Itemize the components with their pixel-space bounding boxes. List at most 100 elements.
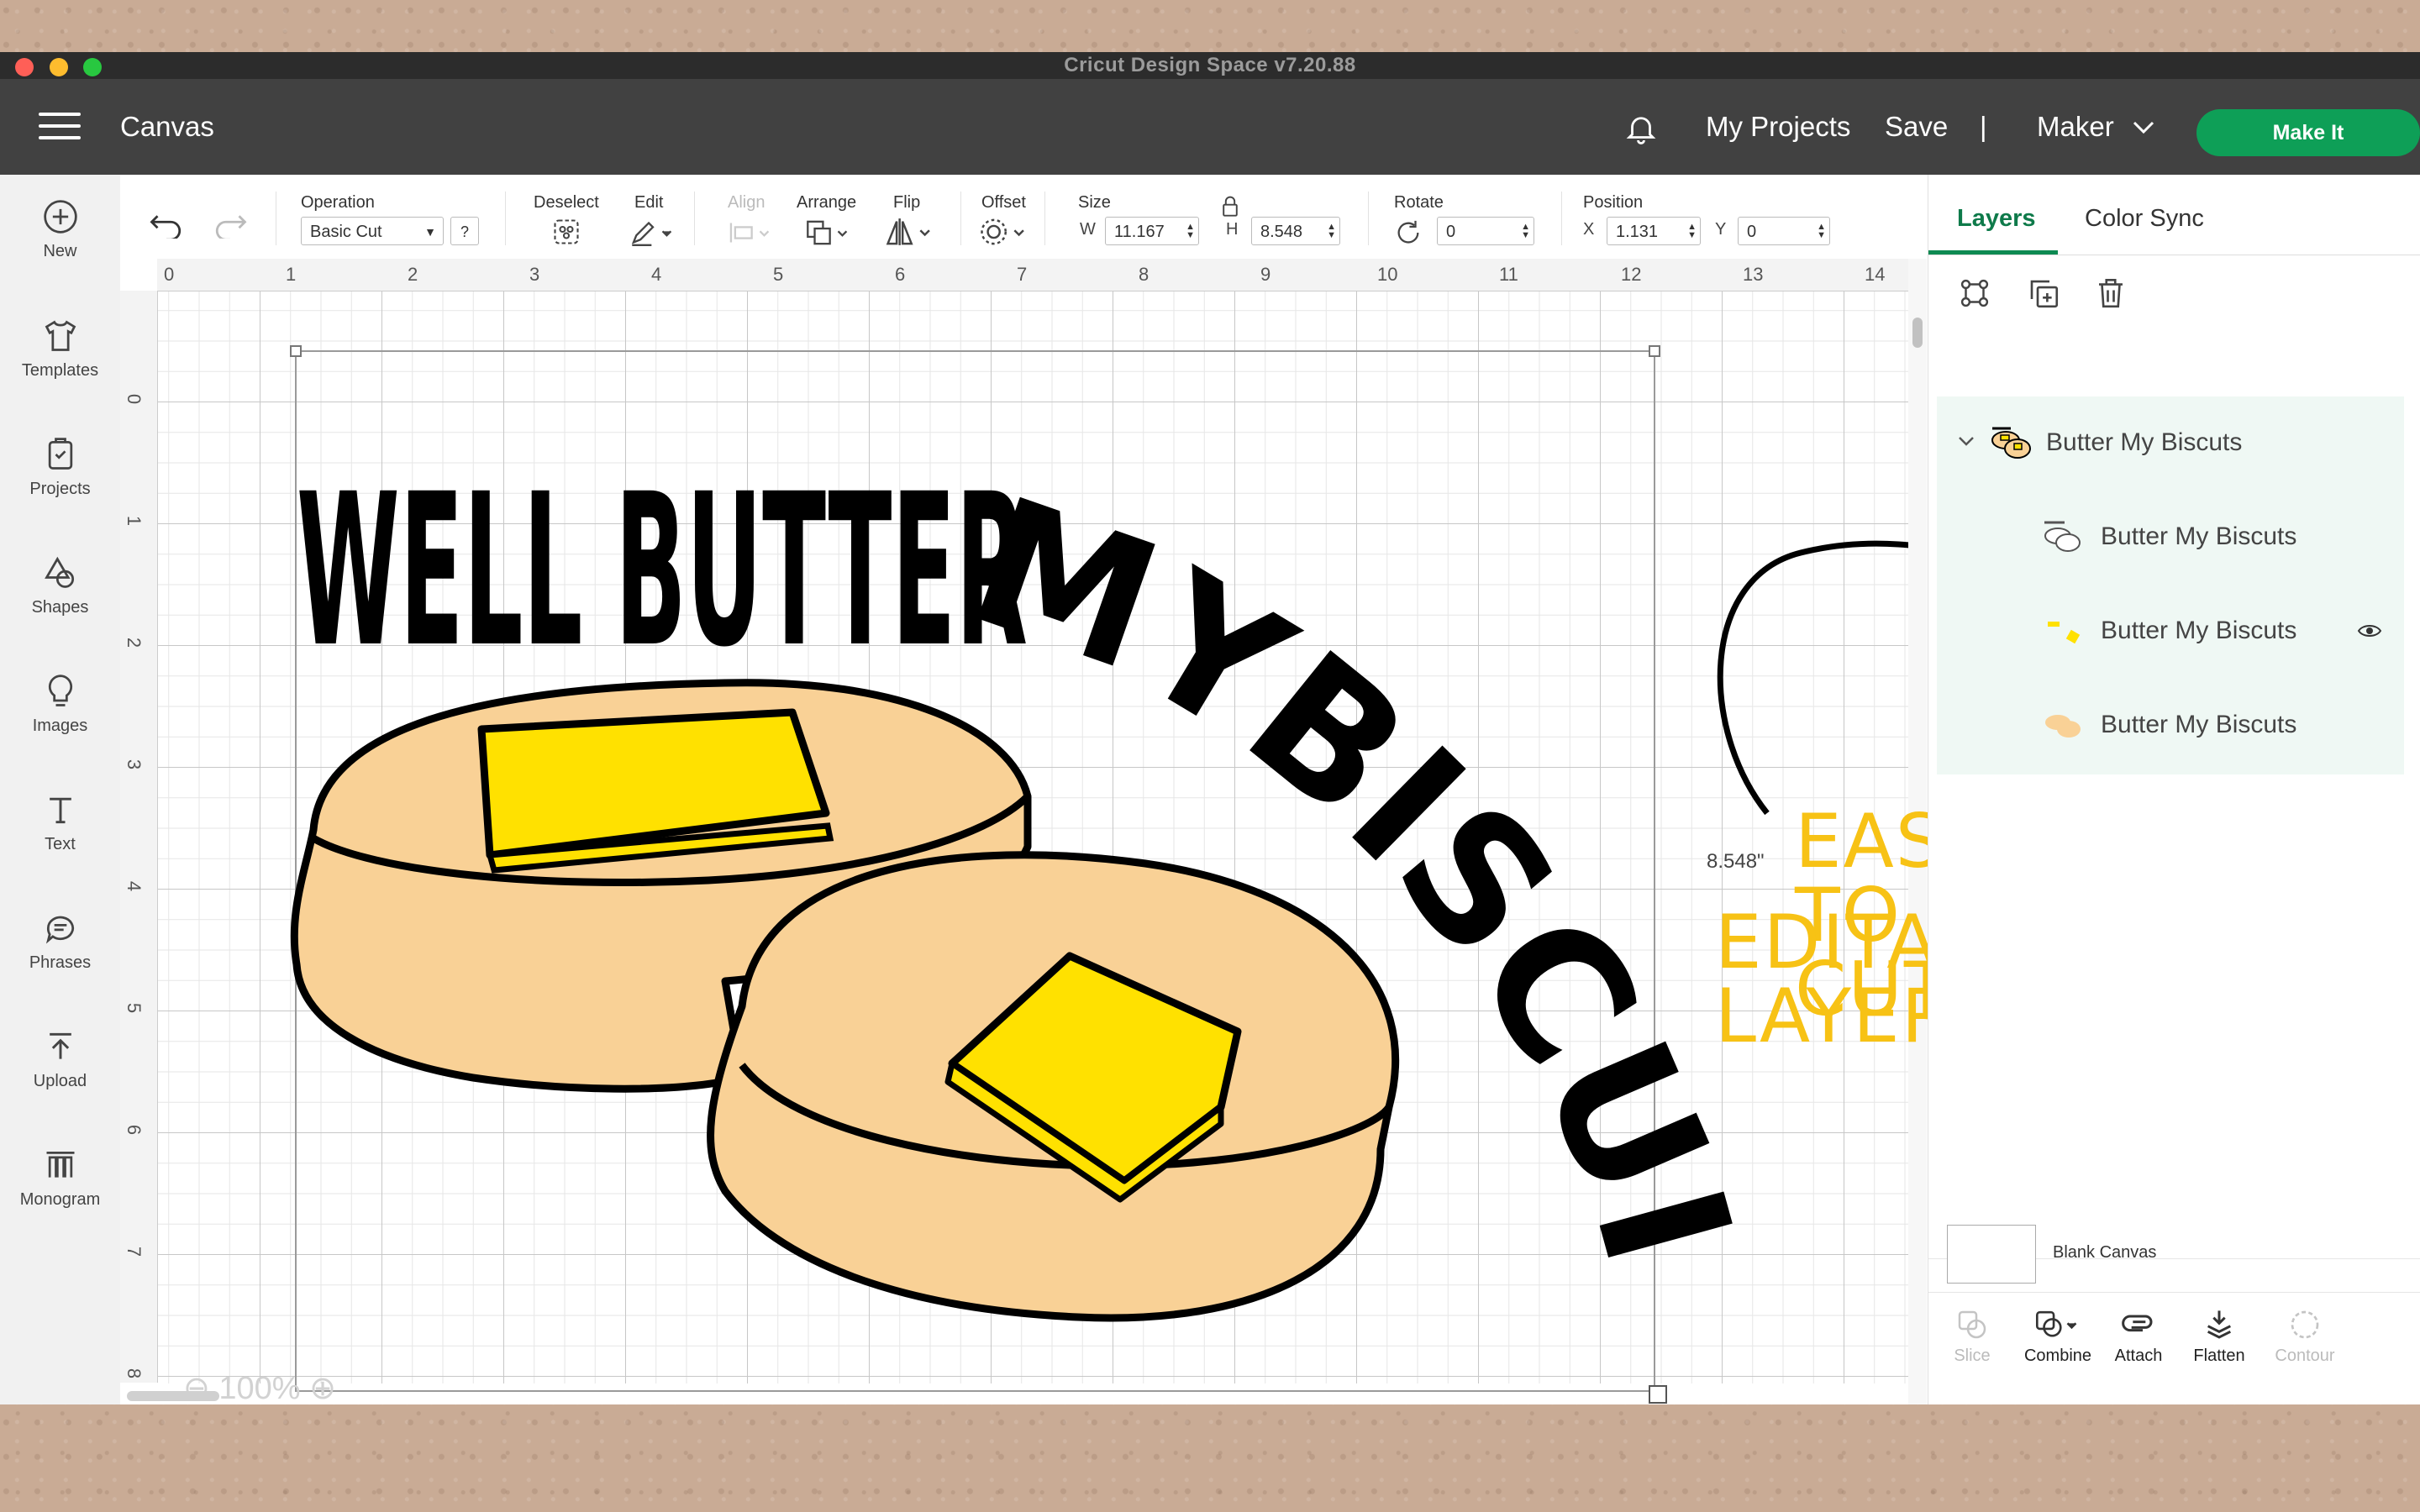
design-canvas[interactable]: 0 1 2 3 4 5 6 7 8 9 10 11 12 13 14 0 1 2… bbox=[120, 259, 2081, 1404]
make-it-button[interactable]: Make It bbox=[2196, 109, 2420, 156]
lock-icon[interactable] bbox=[1221, 195, 1239, 221]
sidebar-label: Upload bbox=[33, 1072, 87, 1090]
layer-name: Butter My Biscuts bbox=[2101, 617, 2297, 644]
edit-label: Edit bbox=[634, 193, 664, 212]
toolbar-divider bbox=[505, 192, 506, 245]
width-label: W bbox=[1080, 220, 1096, 239]
contour-button: Contour bbox=[2263, 1308, 2347, 1366]
stepper-icon[interactable]: ▲ ▼ bbox=[1521, 223, 1530, 240]
notifications-bell-icon[interactable] bbox=[1623, 111, 1659, 150]
horizontal-scrollbar[interactable] bbox=[127, 1391, 219, 1401]
layers-panel: Layers Color Sync Butter My Biscuts Butt… bbox=[1928, 175, 2420, 1404]
toolbar-divider bbox=[960, 192, 961, 245]
monogram-icon bbox=[46, 1151, 74, 1178]
flatten-label: Flatten bbox=[2193, 1347, 2245, 1365]
my-projects-link[interactable]: My Projects bbox=[1706, 79, 1850, 175]
chevron-down-icon bbox=[1959, 437, 1974, 446]
flip-icon[interactable] bbox=[885, 217, 935, 251]
offset-icon[interactable] bbox=[979, 217, 1029, 251]
operation-select[interactable]: Basic Cut ▼ bbox=[301, 217, 444, 245]
y-position-input[interactable]: 0 ▲ ▼ bbox=[1738, 217, 1830, 245]
zoom-in-icon[interactable]: ⊕ bbox=[309, 1371, 336, 1404]
operation-help-button[interactable]: ? bbox=[450, 217, 479, 245]
rotate-icon[interactable] bbox=[1394, 218, 1423, 251]
tab-layers[interactable]: Layers bbox=[1957, 205, 2036, 233]
annotation-arrow bbox=[1717, 540, 1908, 816]
duplicate-icon[interactable] bbox=[2026, 276, 2061, 315]
contour-icon bbox=[2291, 1310, 2319, 1339]
sidebar-item-new[interactable]: New bbox=[0, 198, 120, 261]
layer-thumbnail-icon bbox=[2044, 521, 2081, 552]
shirt-icon bbox=[45, 320, 76, 351]
y-position-value: 0 bbox=[1747, 223, 1757, 241]
sidebar-label: New bbox=[43, 242, 77, 260]
x-label: X bbox=[1583, 220, 1595, 239]
combine-button[interactable]: Combine bbox=[2016, 1308, 2100, 1366]
sidebar-item-monogram[interactable]: Monogram bbox=[0, 1147, 120, 1210]
menu-icon[interactable] bbox=[39, 113, 81, 141]
dimension-label: 8.548" bbox=[1707, 850, 1765, 873]
layer-name: Butter My Biscuts bbox=[2101, 522, 2297, 550]
projects-icon bbox=[48, 438, 72, 470]
layer-row[interactable]: Butter My Biscuts bbox=[1937, 491, 2404, 583]
stepper-icon[interactable]: ▲ ▼ bbox=[1817, 223, 1826, 240]
stepper-icon[interactable]: ▲ ▼ bbox=[1327, 223, 1336, 240]
sidebar-item-text[interactable]: Text bbox=[0, 791, 120, 854]
sidebar-label: Monogram bbox=[19, 1190, 101, 1209]
artwork-text-well-butter: WELL BUTTER bbox=[297, 449, 1028, 693]
combine-icon bbox=[2035, 1310, 2077, 1337]
layer-group-row[interactable]: Butter My Biscuts bbox=[1937, 396, 2404, 489]
header-divider: | bbox=[1980, 111, 1987, 142]
speech-bubble-icon bbox=[45, 916, 74, 944]
stepper-icon[interactable]: ▲ ▼ bbox=[1687, 223, 1697, 240]
undo-icon[interactable] bbox=[149, 208, 184, 243]
flatten-button[interactable]: Flatten bbox=[2177, 1308, 2261, 1366]
height-input[interactable]: 8.548 ▲ ▼ bbox=[1251, 217, 1340, 245]
redo-icon[interactable] bbox=[213, 208, 248, 243]
save-button[interactable]: Save bbox=[1885, 79, 1948, 175]
biscuits-artwork[interactable]: WELL BUTTER MYBISCUITS bbox=[120, 259, 1908, 1404]
layer-thumbnail-icon bbox=[2048, 622, 2081, 644]
resize-handle bbox=[1649, 1385, 1667, 1404]
x-position-input[interactable]: 1.131 ▲ ▼ bbox=[1607, 217, 1701, 245]
trash-icon[interactable] bbox=[2093, 276, 2128, 315]
arrange-icon[interactable] bbox=[805, 218, 852, 251]
blank-canvas-label: Blank Canvas bbox=[2053, 1243, 2157, 1262]
layer-row[interactable]: Butter My Biscuts bbox=[1937, 585, 2404, 677]
rotate-value: 0 bbox=[1446, 223, 1456, 241]
toolbar-divider bbox=[694, 192, 695, 245]
attach-button[interactable]: Attach bbox=[2096, 1308, 2181, 1366]
paperclip-icon bbox=[2122, 1315, 2153, 1332]
tab-color-sync[interactable]: Color Sync bbox=[2085, 205, 2204, 233]
combine-label: Combine bbox=[2023, 1347, 2092, 1365]
flatten-icon bbox=[2207, 1310, 2232, 1339]
layer-actions-bar: Slice Combine Attach Flatten Contour bbox=[1928, 1292, 2420, 1404]
width-input[interactable]: 11.167 ▲ ▼ bbox=[1105, 217, 1199, 245]
selection-handle bbox=[1649, 345, 1660, 357]
group-icon[interactable] bbox=[1957, 276, 1992, 315]
layer-name: Butter My Biscuts bbox=[2101, 711, 2297, 738]
edit-toolbar: Operation Basic Cut ▼ ? Deselect Edit Al… bbox=[120, 175, 1928, 260]
sidebar-item-shapes[interactable]: Shapes bbox=[0, 554, 120, 617]
blank-canvas-swatch[interactable] bbox=[1947, 1225, 2036, 1284]
operation-value: Basic Cut bbox=[310, 223, 382, 241]
stepper-icon[interactable]: ▲ ▼ bbox=[1186, 223, 1195, 240]
sidebar-item-projects[interactable]: Projects bbox=[0, 436, 120, 499]
sidebar-label: Projects bbox=[29, 480, 91, 498]
sidebar-item-images[interactable]: Images bbox=[0, 673, 120, 736]
edit-pen-icon[interactable] bbox=[629, 218, 676, 251]
chevron-down-icon[interactable] bbox=[2131, 116, 2156, 142]
rotate-input[interactable]: 0 ▲ ▼ bbox=[1437, 217, 1534, 245]
machine-select[interactable]: Maker bbox=[2037, 79, 2114, 175]
width-value: 11.167 bbox=[1114, 223, 1165, 241]
shapes-icon bbox=[44, 556, 74, 588]
window-title: Cricut Design Space v7.20.88 bbox=[1064, 54, 1356, 76]
contour-label: Contour bbox=[2275, 1347, 2335, 1365]
sidebar-item-templates[interactable]: Templates bbox=[0, 318, 120, 381]
plus-circle-icon bbox=[43, 200, 77, 234]
sidebar-item-phrases[interactable]: Phrases bbox=[0, 910, 120, 973]
layer-row[interactable]: Butter My Biscuts bbox=[1937, 679, 2404, 771]
sidebar-item-upload[interactable]: Upload bbox=[0, 1028, 120, 1091]
deselect-icon[interactable] bbox=[550, 217, 582, 251]
rotate-label: Rotate bbox=[1394, 193, 1444, 212]
